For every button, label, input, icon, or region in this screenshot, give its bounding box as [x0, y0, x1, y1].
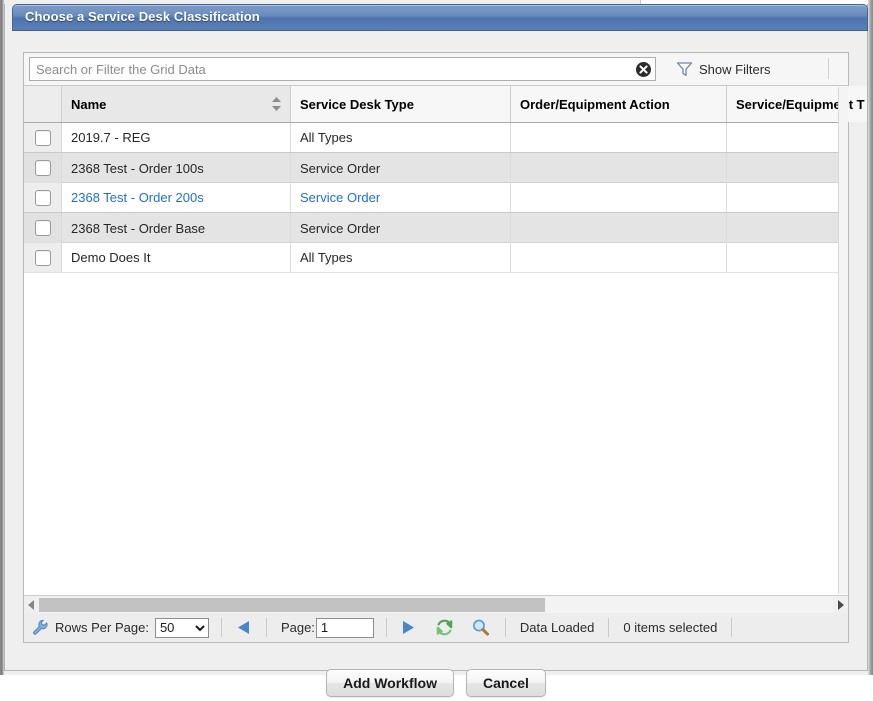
cell-service-desk-type: Service Order	[291, 153, 511, 183]
grid-horizontal-scrollbar[interactable]	[24, 595, 848, 613]
row-checkbox[interactable]	[35, 250, 51, 266]
search-toolbar-divider	[828, 58, 829, 79]
grid-empty-area	[24, 275, 848, 590]
cell-service-equipment-type	[727, 123, 848, 152]
horizontal-scroll-thumb[interactable]	[39, 598, 545, 612]
show-filters-label: Show Filters	[699, 62, 771, 77]
search-input[interactable]	[30, 58, 630, 80]
cancel-button[interactable]: Cancel	[466, 669, 546, 697]
cell-name: 2368 Test - Order 100s	[62, 153, 291, 183]
next-page-button[interactable]	[399, 618, 419, 638]
cell-order-equipment-action	[511, 213, 727, 243]
dialog-body: Show Filters Name	[5, 31, 867, 669]
screen-root: Choose a Service Desk Classification	[0, 0, 873, 675]
cell-service-desk-type: Service Order	[291, 213, 511, 243]
cell-order-equipment-action	[511, 183, 727, 212]
row-select-cell	[24, 123, 62, 152]
column-header-order-equipment-action-label: Order/Equipment Action	[520, 97, 670, 112]
cell-name: Demo Does It	[62, 243, 291, 272]
row-select-cell	[24, 183, 62, 212]
cell-service-equipment-type	[727, 183, 848, 212]
pager-divider	[505, 618, 506, 637]
row-checkbox[interactable]	[35, 160, 51, 176]
grid-vertical-scrollbar[interactable]	[838, 87, 848, 594]
column-header-order-equipment-action[interactable]: Order/Equipment Action	[511, 86, 727, 122]
cell-service-equipment-type	[727, 213, 848, 243]
horizontal-scroll-track[interactable]	[39, 597, 833, 613]
grid-search-toolbar: Show Filters	[24, 53, 848, 86]
data-grid-panel: Show Filters Name	[23, 52, 849, 614]
cell-service-desk-type: Service Order	[291, 183, 511, 212]
status-items-selected: 0 items selected	[623, 620, 717, 635]
table-row[interactable]: Demo Does It All Types	[24, 243, 848, 273]
cell-name: 2019.7 - REG	[62, 123, 291, 152]
cell-order-equipment-action	[511, 243, 727, 272]
clear-search-icon[interactable]	[635, 61, 652, 78]
rows-per-page-select[interactable]: 102550100	[155, 618, 209, 638]
row-checkbox[interactable]	[35, 130, 51, 146]
row-select-cell	[24, 213, 62, 243]
row-checkbox[interactable]	[35, 190, 51, 206]
add-workflow-button[interactable]: Add Workflow	[326, 669, 454, 697]
grid-body: 2019.7 - REG All Types 2368 Test - Order…	[24, 123, 848, 590]
funnel-icon	[676, 61, 693, 77]
column-header-service-desk-type[interactable]: Service Desk Type	[291, 86, 511, 122]
cell-service-desk-type: All Types	[291, 123, 511, 152]
scroll-right-arrow-icon[interactable]	[833, 596, 848, 613]
cell-name: 2368 Test - Order Base	[62, 213, 291, 243]
show-filters-button[interactable]: Show Filters	[672, 57, 779, 81]
pager-divider	[221, 618, 222, 637]
search-field-wrapper	[29, 57, 656, 81]
cell-service-equipment-type	[727, 243, 848, 272]
service-desk-classification-dialog: Choose a Service Desk Classification	[4, 4, 868, 671]
cell-service-desk-type: All Types	[291, 243, 511, 272]
pager-divider	[608, 618, 609, 637]
grid-pager-toolbar: Rows Per Page: 102550100 Page:	[23, 613, 849, 643]
row-select-cell	[24, 243, 62, 272]
table-row[interactable]: 2368 Test - Order 200s Service Order	[24, 183, 848, 213]
cell-order-equipment-action	[511, 123, 727, 152]
grid-header-row: Name Service Desk Type Order/Equipment A	[24, 86, 848, 123]
refresh-icon[interactable]	[433, 617, 457, 639]
cell-name[interactable]: 2368 Test - Order 200s	[62, 183, 291, 212]
column-header-name[interactable]: Name	[62, 86, 291, 122]
wrench-icon[interactable]	[32, 619, 49, 636]
dialog-footer: Add Workflow Cancel	[5, 646, 867, 701]
pager-divider	[266, 618, 267, 637]
page-number-input[interactable]	[316, 618, 374, 638]
cell-order-equipment-action	[511, 153, 727, 183]
row-select-cell	[24, 153, 62, 183]
previous-page-button[interactable]	[234, 618, 254, 638]
table-row[interactable]: 2368 Test - Order 100s Service Order	[24, 152, 848, 183]
magnifier-icon[interactable]	[469, 617, 493, 639]
column-header-service-desk-type-label: Service Desk Type	[300, 97, 414, 112]
column-header-name-label: Name	[71, 97, 106, 112]
pager-divider	[386, 618, 387, 637]
cell-service-equipment-type	[727, 153, 848, 183]
table-row[interactable]: 2019.7 - REG All Types	[24, 123, 848, 153]
window-edge-right	[868, 0, 873, 675]
scroll-left-arrow-icon[interactable]	[24, 596, 39, 613]
column-header-select	[24, 86, 62, 122]
row-checkbox[interactable]	[35, 220, 51, 236]
status-data-loaded: Data Loaded	[520, 620, 594, 635]
rows-per-page-label: Rows Per Page:	[55, 620, 149, 635]
page-label: Page:	[281, 620, 315, 635]
table-row[interactable]: 2368 Test - Order Base Service Order	[24, 212, 848, 243]
pager-divider	[731, 618, 732, 637]
dialog-title: Choose a Service Desk Classification	[25, 9, 260, 24]
sort-arrows-icon	[271, 96, 282, 112]
dialog-title-bar: Choose a Service Desk Classification	[12, 4, 868, 31]
